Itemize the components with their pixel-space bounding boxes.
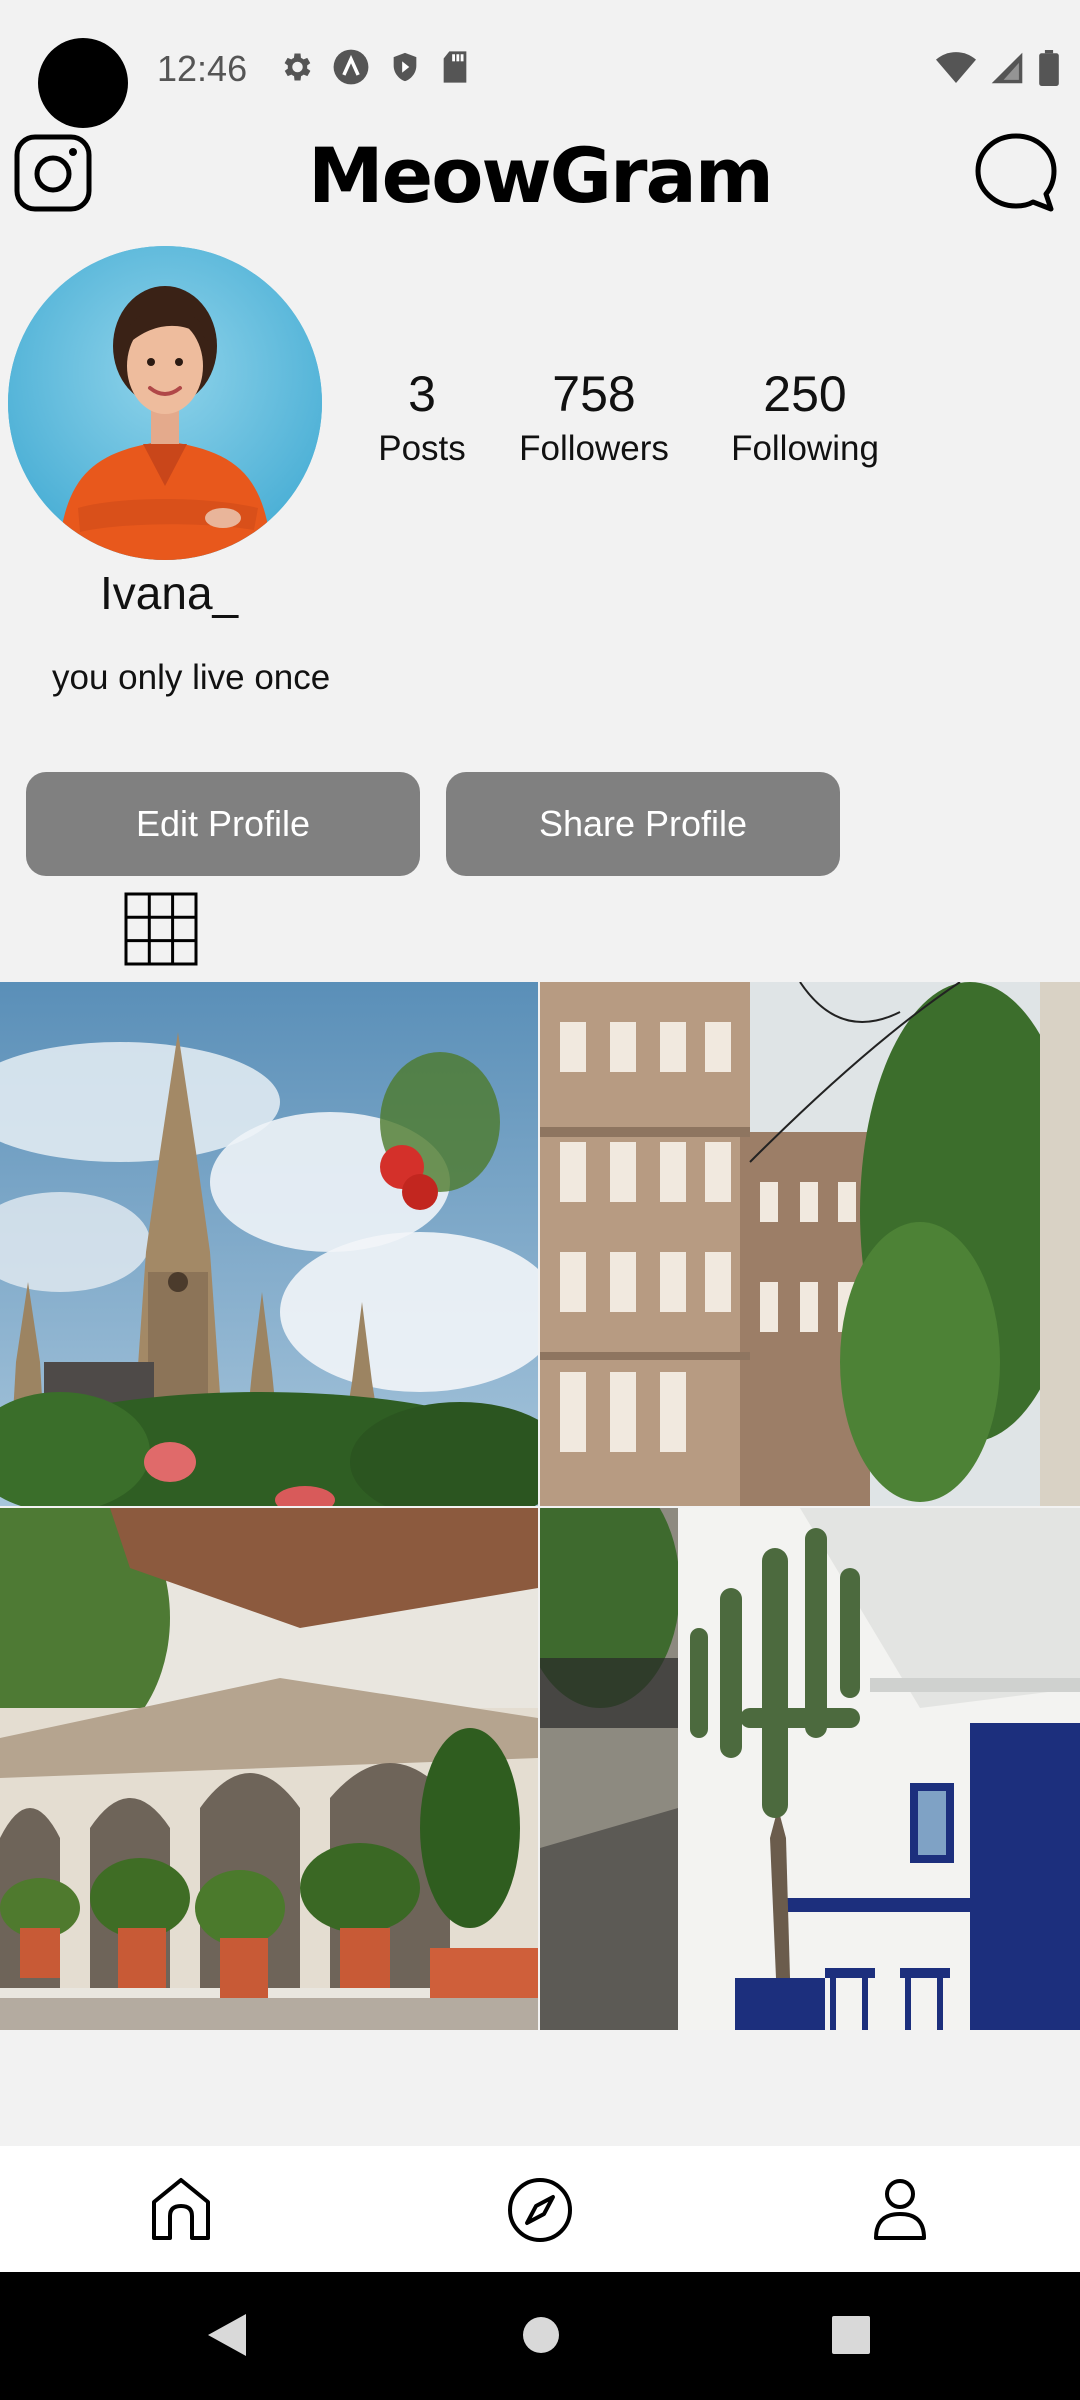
stat-followers-label: Followers	[519, 429, 669, 468]
stat-following-value: 250	[763, 366, 847, 422]
status-icons-right	[936, 50, 1060, 86]
a-badge-icon	[333, 49, 369, 85]
posts-grid	[0, 982, 1080, 2030]
stat-posts-value: 3	[408, 366, 436, 422]
top-app-bar: MeowGram	[0, 130, 1080, 230]
share-profile-button[interactable]: Share Profile	[446, 772, 840, 876]
edit-profile-button[interactable]: Edit Profile	[26, 772, 420, 876]
gear-icon	[284, 53, 311, 81]
stat-followers-value: 758	[552, 366, 636, 422]
wifi-icon	[936, 52, 976, 83]
compass-icon[interactable]	[506, 2176, 574, 2249]
status-time: 12:46	[157, 48, 248, 89]
bio: you only live once	[52, 658, 331, 697]
profile-icon[interactable]	[872, 2176, 928, 2247]
sd-card-icon	[443, 51, 467, 83]
status-bar: 12:46	[0, 0, 1080, 130]
avatar[interactable]	[8, 246, 322, 560]
stat-posts[interactable]: 3 Posts	[360, 362, 484, 472]
stat-posts-label: Posts	[378, 429, 466, 468]
bottom-nav	[0, 2146, 1080, 2272]
profile-stats: 3 Posts 758 Followers 250 Following	[360, 362, 910, 472]
post-thumbnail[interactable]	[0, 982, 538, 1506]
username: Ivana_	[100, 567, 239, 619]
app-title: MeowGram	[308, 131, 774, 220]
home-circle-icon[interactable]	[520, 2312, 562, 2363]
battery-icon	[1039, 50, 1059, 86]
status-icons-left	[278, 48, 470, 86]
post-thumbnail[interactable]	[540, 1508, 1080, 2030]
chat-bubble-icon[interactable]	[974, 132, 1058, 221]
grid-icon[interactable]	[124, 892, 198, 971]
shield-icon	[393, 52, 417, 82]
back-icon[interactable]	[204, 2312, 248, 2363]
home-icon[interactable]	[150, 2176, 212, 2247]
camera-cutout	[38, 38, 128, 128]
signal-icon	[991, 52, 1023, 84]
system-nav-bar	[0, 2272, 1080, 2400]
recents-icon[interactable]	[830, 2312, 872, 2363]
stat-following-label: Following	[731, 429, 879, 468]
post-thumbnail[interactable]	[0, 1508, 538, 2030]
post-thumbnail[interactable]	[540, 982, 1080, 1506]
stat-following[interactable]: 250 Following	[700, 362, 910, 472]
stat-followers[interactable]: 758 Followers	[488, 362, 700, 472]
